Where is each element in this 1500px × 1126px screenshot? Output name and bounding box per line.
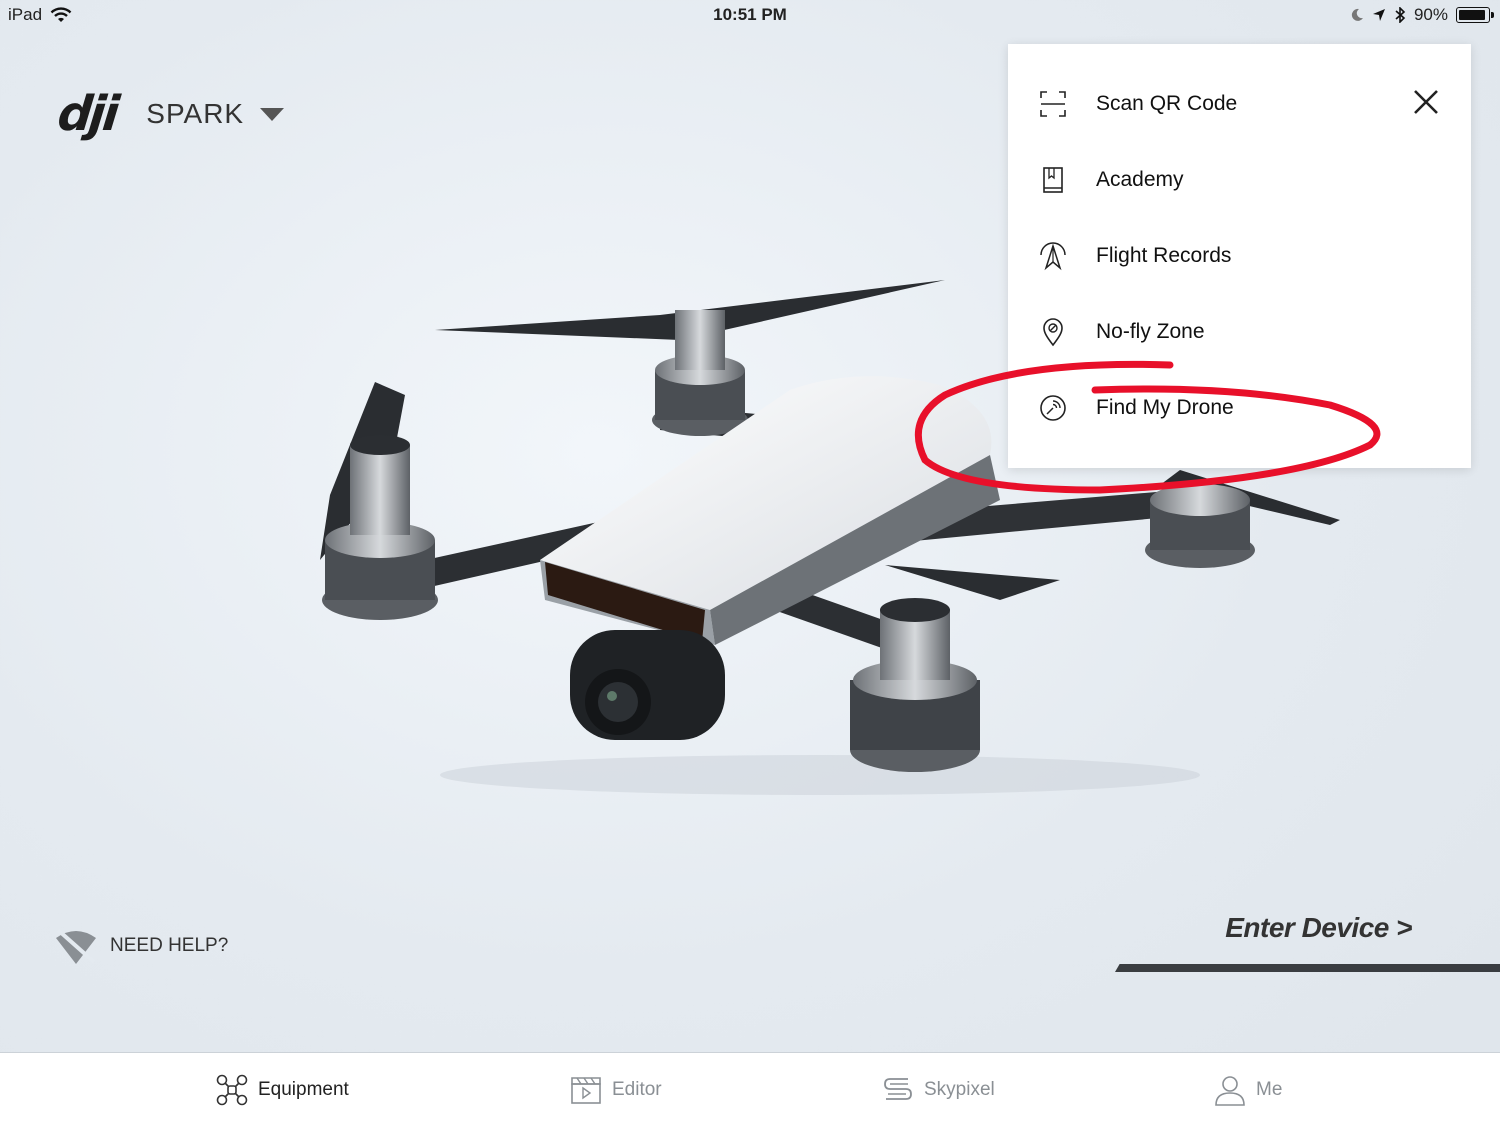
battery-percent: 90% xyxy=(1413,5,1448,24)
tab-label: Me xyxy=(1256,1078,1283,1100)
location-arrow-icon xyxy=(1372,9,1385,21)
book-icon xyxy=(1043,167,1063,193)
radar-icon xyxy=(1040,395,1066,421)
menu-item-label: Flight Records xyxy=(1096,244,1232,267)
menu-item-label: Academy xyxy=(1096,168,1184,191)
flight-records-icon xyxy=(1040,242,1066,271)
tab-editor[interactable]: Editor xyxy=(570,1053,662,1126)
chevron-down-icon[interactable] xyxy=(260,107,285,121)
clapperboard-icon xyxy=(571,1076,601,1104)
tab-label: Skypixel xyxy=(924,1078,995,1100)
tab-skypixel[interactable]: Skypixel xyxy=(882,1053,995,1126)
drone-icon xyxy=(216,1074,248,1105)
tab-equipment[interactable]: Equipment xyxy=(216,1053,349,1126)
dji-logo: dji xyxy=(55,86,120,142)
tab-label: Equipment xyxy=(258,1078,349,1100)
qr-scan-icon xyxy=(1040,91,1066,117)
bluetooth-icon xyxy=(1395,7,1406,23)
user-icon xyxy=(1215,1075,1245,1106)
model-selector[interactable]: SPARK xyxy=(146,98,244,130)
menu-item-label: Scan QR Code xyxy=(1096,92,1238,115)
menu-item-no-fly-zone[interactable]: No-fly Zone xyxy=(1008,294,1471,370)
no-signal-icon xyxy=(56,928,96,964)
moon-icon xyxy=(1351,8,1363,21)
tab-label: Editor xyxy=(612,1078,662,1100)
status-bar: iPad 10:51 PM 90% xyxy=(0,0,1500,30)
close-menu-button[interactable] xyxy=(1404,80,1448,124)
tab-bar: Equipment Editor Skypixel Me xyxy=(0,1052,1500,1126)
menu-item-label: No-fly Zone xyxy=(1096,320,1205,343)
skypixel-icon xyxy=(884,1077,912,1100)
menu-item-academy[interactable]: Academy xyxy=(1008,142,1471,218)
enter-device-button[interactable]: Enter Device > xyxy=(1180,912,1412,944)
menu-item-scan-qr-code[interactable]: Scan QR Code xyxy=(1008,66,1471,142)
battery-icon xyxy=(1456,7,1494,23)
tab-me[interactable]: Me xyxy=(1214,1053,1282,1126)
header-brand: dji SPARK xyxy=(55,86,285,142)
status-time: 10:51 PM xyxy=(713,5,787,24)
menu-item-flight-records[interactable]: Flight Records xyxy=(1008,218,1471,294)
location-pin-icon xyxy=(1043,318,1063,347)
enter-device-underline xyxy=(1115,964,1500,972)
menu-item-find-my-drone[interactable]: Find My Drone xyxy=(1008,370,1471,446)
more-menu: Scan QR Code Academy Flight Records No-f… xyxy=(1008,44,1471,468)
close-icon xyxy=(1414,90,1438,114)
need-help-label: NEED HELP? xyxy=(110,935,229,956)
menu-item-label: Find My Drone xyxy=(1096,396,1234,419)
need-help-link[interactable]: NEED HELP? xyxy=(54,926,228,966)
